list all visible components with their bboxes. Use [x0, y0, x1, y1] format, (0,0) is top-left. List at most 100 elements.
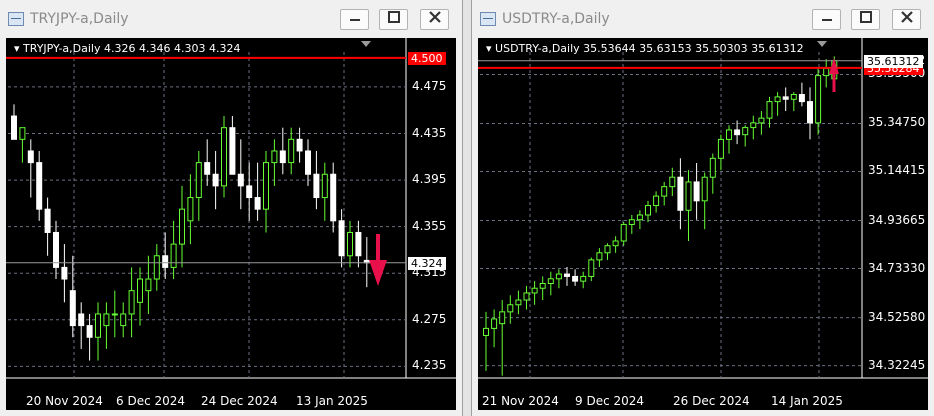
arrow-shaft — [376, 234, 380, 264]
candle-body — [179, 208, 185, 245]
candle-body — [195, 162, 202, 199]
candle-body — [27, 150, 34, 164]
candle-body — [798, 94, 805, 103]
candle-body — [620, 223, 627, 242]
candle-body — [547, 278, 554, 285]
candle-body — [36, 162, 43, 210]
candle-body — [483, 327, 489, 336]
minimize-button[interactable] — [340, 9, 369, 30]
candle-body — [246, 185, 253, 199]
candle-body — [507, 304, 514, 313]
title-bar[interactable]: USDTRY-a,Daily — [472, 0, 934, 38]
x-tick-label: 9 Dec 2024 — [575, 394, 645, 408]
window-title: TRYJPY-a,Daily — [30, 11, 129, 27]
candle-body — [790, 94, 797, 100]
close-button[interactable] — [892, 9, 921, 30]
chart-shift-marker-icon — [361, 41, 371, 47]
candle-body — [338, 220, 345, 257]
candle-body — [653, 195, 660, 207]
candle-body — [531, 287, 538, 294]
y-tick-label: 34.73330 — [868, 260, 926, 275]
chart-window-icon — [8, 12, 24, 26]
y-tick-label: 4.395 — [412, 172, 447, 187]
y-tick-label: 4.235 — [412, 358, 447, 373]
candle-body — [69, 290, 76, 327]
candle-body — [815, 75, 822, 124]
candle-body — [782, 96, 789, 100]
candle-body — [661, 186, 668, 197]
candle-body — [539, 283, 546, 289]
candle-body — [321, 173, 328, 199]
candle-body — [766, 101, 773, 119]
candle-body — [61, 266, 68, 280]
candle-body — [263, 162, 269, 210]
candle-body — [742, 127, 749, 136]
candle-body — [296, 138, 303, 152]
y-tick-label: 4.435 — [412, 125, 447, 140]
candle-body — [717, 138, 724, 159]
close-icon — [428, 11, 441, 23]
candle-body — [111, 313, 118, 316]
candle-body — [187, 197, 194, 222]
candle-body — [709, 157, 716, 178]
window-title: USDTRY-a,Daily — [502, 11, 610, 27]
alert-level-tag[interactable]: 4.500 — [408, 51, 446, 65]
y-tick-label: 4.475 — [412, 78, 447, 93]
candle-body — [212, 173, 219, 187]
candle-body — [555, 273, 562, 280]
candle-body — [95, 313, 101, 338]
y-tick-label: 34.32245 — [868, 357, 926, 372]
symbol-ohlc-label: TRYJPY-a,Daily 4.326 4.346 4.303 4.324 — [23, 42, 241, 55]
candle-body — [19, 127, 26, 140]
title-bar[interactable]: TRYJPY-a,Daily — [0, 0, 462, 38]
arrow-down-icon — [369, 234, 387, 286]
candle-body — [355, 231, 362, 257]
candlestick-chart[interactable] — [478, 38, 928, 410]
candle-body — [596, 252, 603, 261]
candle-body — [103, 313, 110, 327]
y-tick-label: 4.275 — [412, 311, 447, 326]
candle-body — [685, 181, 692, 211]
candle-body — [313, 173, 320, 199]
arrow-up-icon — [829, 58, 839, 92]
current-price-tag: 4.324 — [408, 256, 446, 270]
price-chart[interactable]: ▾ TRYJPY-a,Daily 4.326 4.346 4.303 4.324… — [6, 38, 456, 410]
candle-body — [523, 292, 530, 301]
y-tick-label: 34.52580 — [868, 309, 926, 324]
candle-body — [86, 325, 93, 338]
candle-body — [120, 313, 127, 327]
maximize-button[interactable] — [851, 9, 880, 30]
candle-body — [137, 278, 143, 303]
chart-window-tryjpy[interactable]: TRYJPY-a,Daily ▾ TRYJPY-a,Daily 4.326 4.… — [0, 0, 462, 416]
minimize-button[interactable] — [812, 9, 841, 30]
candle-body — [515, 299, 522, 306]
window-splitter[interactable] — [462, 0, 472, 416]
symbol-ohlc-label: USDTRY-a,Daily 35.53644 35.63153 35.5030… — [495, 42, 804, 55]
candle-body — [204, 162, 211, 175]
y-tick-label: 34.93665 — [868, 212, 926, 227]
candle-body — [499, 311, 506, 325]
candle-body — [491, 318, 498, 329]
close-icon — [900, 11, 913, 23]
minimize-icon — [349, 19, 360, 21]
close-button[interactable] — [420, 9, 449, 30]
candle-body — [758, 117, 765, 124]
maximize-button[interactable] — [379, 9, 408, 30]
y-tick-label: 35.34750 — [868, 115, 926, 130]
candle-body — [572, 275, 579, 282]
candle-body — [734, 129, 741, 136]
candle-body — [53, 231, 59, 268]
candle-body — [564, 273, 570, 277]
candle-body — [330, 173, 337, 222]
chart-window-usdtry[interactable]: USDTRY-a,Daily ▾ USDTRY-a,Daily 35.53644… — [472, 0, 934, 416]
candle-body — [288, 138, 295, 164]
candle-body — [823, 68, 830, 77]
maximize-icon — [859, 11, 872, 23]
candle-body — [279, 150, 286, 164]
price-chart[interactable]: ▾ USDTRY-a,Daily 35.53644 35.63153 35.50… — [478, 38, 928, 410]
candle-body — [669, 176, 676, 188]
candle-body — [628, 219, 635, 225]
x-tick-label: 26 Dec 2024 — [673, 394, 750, 408]
candle-body — [153, 255, 160, 280]
candlestick-chart[interactable] — [6, 38, 456, 410]
